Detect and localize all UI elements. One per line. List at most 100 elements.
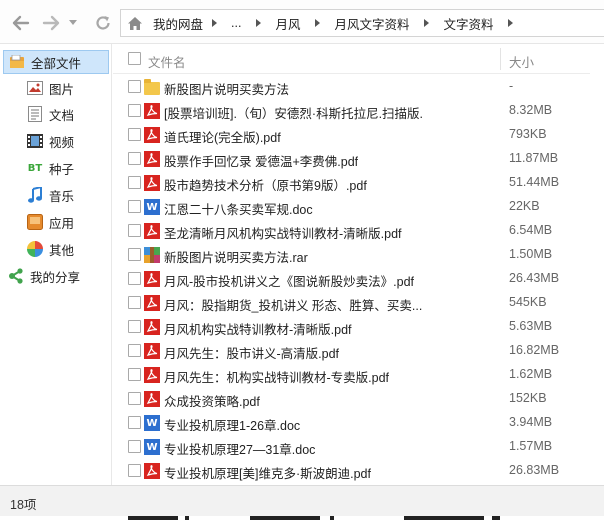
file-name[interactable]: 月风先生：机构实战特训教材-专卖版.pdf [164,367,389,386]
file-row[interactable]: 月风机构实战特训教材-清晰版.pdf 5.63MB [113,315,604,339]
file-row[interactable]: 股票作手回忆录 爱德温+李费佛.pdf 11.87MB [113,147,604,171]
sidebar-item-all-files[interactable]: 全部文件 [3,50,109,74]
file-name[interactable]: 股市趋势技术分析（原书第9版）.pdf [164,175,367,194]
sidebar-item-videos[interactable]: 视频 [0,129,74,153]
file-row[interactable]: 月风：股指期货_投机讲义 形态、胜算、买卖... 545KB [113,291,604,315]
file-name[interactable]: 月风-股市投机讲义之《图说新股炒卖法》.pdf [164,271,414,290]
breadcrumb-item[interactable]: 月风文字资料 [324,14,419,33]
row-checkbox[interactable] [128,128,141,141]
pdf-icon [144,175,160,191]
select-all-checkbox[interactable] [128,52,141,65]
file-row[interactable]: 圣龙清晰月风机构实战特训教材-清晰版.pdf 6.54MB [113,219,604,243]
vertical-scrollbar[interactable] [590,44,604,485]
file-name[interactable]: 专业投机原理[美]维克多·斯波朗迪.pdf [164,463,371,482]
column-header-size[interactable]: 大小 [509,52,534,71]
chevron-right-icon[interactable] [251,10,265,36]
file-row[interactable]: W 专业投机原理1-26章.doc 3.94MB [113,411,604,435]
home-icon [128,16,142,30]
file-size: 1.57MB [509,439,553,453]
file-name[interactable]: 专业投机原理27—31章.doc [164,439,315,458]
row-checkbox[interactable] [128,104,141,117]
file-name[interactable]: [股票培训班].（旬）安德烈·科斯托拉尼.扫描版... [164,103,422,122]
file-row[interactable]: 道氏理论(完全版).pdf 793KB [113,123,604,147]
history-dropdown[interactable] [68,12,78,34]
file-size: 1.62MB [509,367,553,381]
breadcrumb-item[interactable]: 文字资料 [433,14,503,33]
chevron-right-icon[interactable] [310,10,324,36]
file-row[interactable]: W 江恩二十八条买卖军规.doc 22KB [113,195,604,219]
column-header-name[interactable]: 文件名 [148,52,186,71]
row-checkbox[interactable] [128,152,141,165]
forward-button[interactable] [40,12,62,34]
row-checkbox[interactable] [128,224,141,237]
row-checkbox[interactable] [128,464,141,477]
row-checkbox[interactable] [128,440,141,453]
rar-archive-icon [144,247,160,263]
sidebar-item-my-share[interactable]: 我的分享 [0,264,80,288]
file-row[interactable]: 众成投资策略.pdf 152KB [113,387,604,411]
file-row[interactable]: 月风先生：股市讲义-高清版.pdf 16.82MB [113,339,604,363]
file-name[interactable]: 江恩二十八条买卖军规.doc [164,199,313,218]
pdf-icon [144,103,160,119]
file-row[interactable]: 新股图片说明买卖方法.rar 1.50MB [113,243,604,267]
file-row[interactable]: 专业投机原理[美]维克多·斯波朗迪.pdf 26.83MB [113,459,604,483]
row-checkbox[interactable] [128,368,141,381]
row-checkbox[interactable] [128,248,141,261]
file-size: 6.54MB [509,223,553,237]
home-button[interactable] [121,10,149,36]
file-name[interactable]: 圣龙清晰月风机构实战特训教材-清晰版.pdf [164,223,402,242]
chevron-right-icon[interactable] [503,10,517,36]
file-name[interactable]: 月风机构实战特训教材-清晰版.pdf [164,319,352,338]
folder-icon [144,78,160,95]
file-size: 22KB [509,199,540,213]
row-checkbox[interactable] [128,392,141,405]
back-button[interactable] [10,12,32,34]
file-row[interactable]: W 专业投机原理27—31章.doc 1.57MB [113,435,604,459]
sidebar-item-other[interactable]: 其他 [0,237,74,261]
breadcrumb-item[interactable]: 我的网盘 [149,14,207,33]
sidebar-item-music[interactable]: 音乐 [0,183,74,207]
file-name[interactable]: 众成投资策略.pdf [164,391,260,410]
pdf-icon [144,367,160,383]
sidebar-item-pictures[interactable]: 图片 [0,76,74,100]
row-checkbox[interactable] [128,416,141,429]
file-size: 545KB [509,295,547,309]
sidebar-item-torrents[interactable]: BT 种子 [0,156,74,180]
file-name[interactable]: 新股图片说明买卖方法.rar [164,247,308,266]
file-row[interactable]: 新股图片说明买卖方法 - [113,75,604,99]
list-header: 文件名 大小 [113,44,604,74]
file-size: 11.87MB [509,151,559,165]
file-row[interactable]: [股票培训班].（旬）安德烈·科斯托拉尼.扫描版... 8.32MB [113,99,604,123]
column-divider[interactable] [500,48,501,70]
sidebar-item-documents[interactable]: 文档 [0,102,74,126]
file-name[interactable]: 道氏理论(完全版).pdf [164,127,281,146]
file-name[interactable]: 月风先生：股市讲义-高清版.pdf [164,343,339,362]
chevron-right-icon[interactable] [207,10,221,36]
file-size: 152KB [509,391,547,405]
sidebar-item-apps[interactable]: 应用 [0,210,74,234]
file-size: 51.44MB [509,175,560,189]
chevron-right-icon[interactable] [419,10,433,36]
video-icon [26,132,44,150]
row-checkbox[interactable] [128,200,141,213]
address-bar[interactable]: 我的网盘 ... 月风 月风文字资料 文字资料 [120,9,604,37]
file-name[interactable]: 月风：股指期货_投机讲义 形态、胜算、买卖... [164,295,422,314]
breadcrumb-item[interactable]: ... [221,16,251,30]
row-checkbox[interactable] [128,80,141,93]
file-row[interactable]: 月风先生：机构实战特训教材-专卖版.pdf 1.62MB [113,363,604,387]
row-checkbox[interactable] [128,272,141,285]
row-checkbox[interactable] [128,176,141,189]
file-name[interactable]: 专业投机原理1-26章.doc [164,415,300,434]
file-row[interactable]: 月风-股市投机讲义之《图说新股炒卖法》.pdf 26.43MB [113,267,604,291]
file-name[interactable]: 股票作手回忆录 爱德温+李费佛.pdf [164,151,358,170]
file-row[interactable]: 股市趋势技术分析（原书第9版）.pdf 51.44MB [113,171,604,195]
refresh-button[interactable] [92,12,114,34]
breadcrumb-item[interactable]: 月风 [265,14,310,33]
file-name[interactable]: 新股图片说明买卖方法 [164,79,289,98]
row-checkbox[interactable] [128,320,141,333]
sidebar-item-label: 视频 [49,135,75,150]
row-checkbox[interactable] [128,296,141,309]
file-size: 8.32MB [509,103,553,117]
row-checkbox[interactable] [128,344,141,357]
pdf-icon [144,319,160,335]
